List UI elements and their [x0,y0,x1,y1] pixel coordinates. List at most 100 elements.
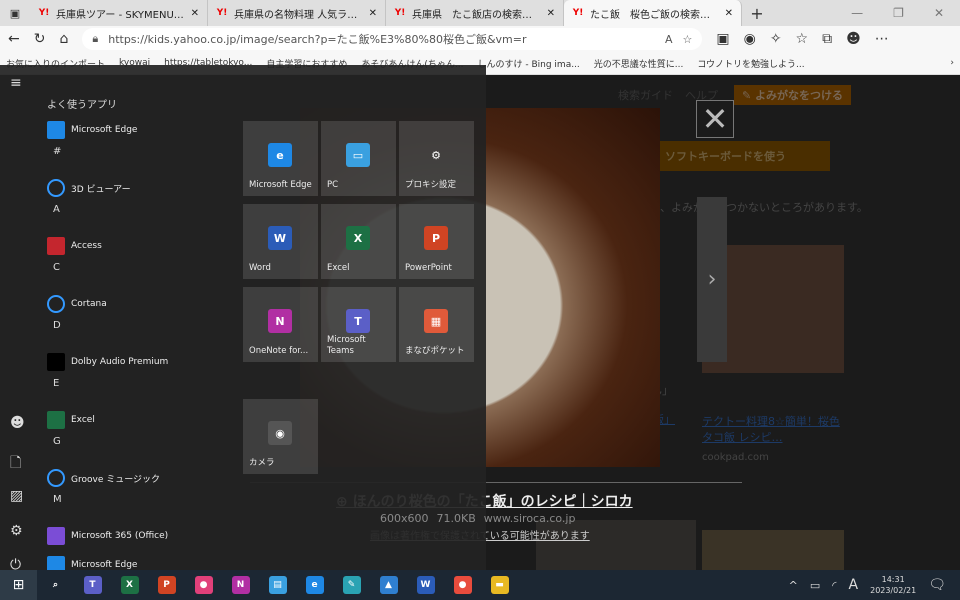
close-tab-icon[interactable]: ✕ [369,8,377,19]
taskbar-button[interactable]: ⌕ [37,570,74,600]
start-tile[interactable]: T Microsoft Teams [321,287,396,362]
bookmark-item[interactable]: コウノトリを勉強しよう... [697,57,804,70]
app-list-item[interactable]: Microsoft Edge [47,121,137,139]
new-tab-button[interactable]: + [742,4,772,23]
teams-icon: T [346,309,370,333]
app-list-item[interactable]: Access [47,237,102,255]
taskbar-button[interactable]: ▤ [259,570,296,600]
next-image-button[interactable]: › [697,197,727,362]
back-button[interactable]: ← [8,31,20,47]
taskbar-button[interactable]: ▲ [370,570,407,600]
onenote-icon: N [268,309,292,333]
app-list-item[interactable]: Microsoft 365 (Office) [47,527,168,545]
app-list-item[interactable]: Groove ミュージック [47,469,160,487]
start-tile[interactable]: X Excel [321,204,396,279]
result-caption-link[interactable]: テクトー料理8☆簡単！桜色タコ飯 レシピ… [702,413,847,445]
taskbar-button[interactable]: W [407,570,444,600]
hamburger-menu-icon[interactable]: ≡ [10,75,22,91]
tab[interactable]: Y! 兵庫県の名物料理 人気ランキング ✕ [208,0,386,26]
taskbar-button[interactable]: ● [185,570,222,600]
tile-label: Word [249,263,271,273]
bookmarks-more-icon[interactable]: › [950,58,954,68]
frequent-apps-header: よく使うアプリ [47,100,117,111]
start-tile[interactable]: e Microsoft Edge [243,121,318,196]
search-guide-link[interactable]: 検索ガイド [618,87,673,103]
access-icon [47,237,65,255]
tab-actions-icon[interactable]: ▣ [0,0,30,28]
tab[interactable]: Y! たこ飯 桜色ご飯の検索結果 - Yahoo ✕ [564,0,742,26]
close-window-button[interactable]: ✕ [934,6,944,20]
address-toolbar: ← ↻ ⌂ 🔒︎ https://kids.yahoo.co.jp/image/… [0,26,960,52]
app-list-item[interactable]: Dolby Audio Premium [47,353,168,371]
extension-icon[interactable]: ▣ [716,31,729,47]
address-bar[interactable]: 🔒︎ https://kids.yahoo.co.jp/image/search… [82,28,703,50]
close-tab-icon[interactable]: ✕ [725,8,733,19]
start-tile[interactable]: ▭ PC [321,121,396,196]
extension2-icon[interactable]: ◉ [744,31,756,47]
wifi-icon[interactable]: ◜ [832,579,836,592]
app-list-item[interactable]: 3D ビューアー [47,179,131,197]
bookmark-item[interactable]: 光の不思議な性質に... [594,57,684,70]
close-tab-icon[interactable]: ✕ [547,8,555,19]
close-tab-icon[interactable]: ✕ [191,8,199,19]
taskbar-button[interactable]: X [111,570,148,600]
user-avatar[interactable]: ☻ [10,415,25,431]
start-tile[interactable]: ▦ まなびポケット [399,287,474,362]
powerpoint-icon: P [424,226,448,250]
start-tile[interactable]: W Word [243,204,318,279]
start-tile[interactable]: ⚙ プロキシ設定 [399,121,474,196]
settings-gear-icon[interactable]: ⚙ [10,523,23,539]
read-aloud-icon[interactable]: A [665,33,673,46]
soft-keyboard-button[interactable]: ソフトキーボードを使う [660,141,830,171]
tab[interactable]: Y! 兵庫県 たこ飯店の検索結果 - Yahoo ✕ [386,0,564,26]
show-hidden-icons-icon[interactable]: ^ [789,579,798,592]
pictures-icon[interactable]: ▨ [10,488,23,504]
more-menu-icon[interactable]: ⋯ [875,31,889,47]
taskbar-button[interactable]: N [222,570,259,600]
taskbar-button[interactable]: P [148,570,185,600]
favicon-icon: Y! [38,8,50,18]
notifications-icon[interactable]: 🗨︎ [928,577,946,593]
ime-indicator[interactable]: A [849,577,859,593]
app-label: Microsoft 365 (Office) [71,531,169,541]
camera-icon: ◉ [268,421,292,445]
taskbar-button[interactable]: ▬ [481,570,518,600]
close-viewer-button[interactable]: ✕ [696,100,734,138]
tab[interactable]: Y! 兵庫県ツアー - SKYMENU発表ノート ✕ [30,0,208,26]
image-filesize: 71.0KB [436,512,476,525]
collections-icon[interactable]: ⧉ [822,31,832,47]
file-explorer-icon: ▬ [490,576,509,594]
battery-icon[interactable]: ▭ [810,579,820,592]
maximize-button[interactable]: ❐ [893,6,904,20]
documents-icon[interactable]: 🗋︎ [10,452,21,476]
group-letter: M [53,494,62,505]
app-list-item[interactable]: Excel [47,411,95,429]
taskbar-button[interactable]: T [74,570,111,600]
refresh-button[interactable]: ↻ [34,31,46,47]
dolby-icon [47,353,65,371]
app-list-item[interactable]: Cortana [47,295,107,313]
taskbar-button[interactable]: ✎ [333,570,370,600]
tab-bar: ▣ Y! 兵庫県ツアー - SKYMENU発表ノート ✕ Y! 兵庫県の名物料理 人気ラ… [0,0,960,26]
powerpoint-icon: P [157,576,176,594]
yomigana-button[interactable]: ✎ よみがなをつける [734,85,852,105]
bookmark-item[interactable]: しんのすけ - Bing ima... [478,57,580,70]
result-thumbnail[interactable] [702,530,844,570]
extensions-icon[interactable]: ✧ [770,31,782,47]
url-path: /image/search?p=たこ飯%E3%80%80桜色ご飯&vm=r [236,33,527,46]
start-button[interactable]: ⊞ [0,570,37,600]
start-tile[interactable]: P PowerPoint [399,204,474,279]
profile-avatar[interactable]: ☻ [846,31,861,47]
taskbar-button[interactable]: e [296,570,333,600]
favorite-star-icon[interactable]: ☆ [682,33,692,46]
clock[interactable]: 14:31 2023/02/21 [870,574,916,596]
home-button[interactable]: ⌂ [59,31,68,47]
tile-label: カメラ [249,458,275,468]
favorites-icon[interactable]: ☆ [796,31,809,47]
start-tile[interactable]: N OneNote for... [243,287,318,362]
taskbar-button[interactable]: ● [444,570,481,600]
minimize-button[interactable]: — [851,6,863,20]
group-letter: C [53,262,60,273]
notice-text: 、よみがながつかないところがあります。 [660,201,868,214]
start-tile[interactable]: ◉ カメラ [243,399,318,474]
